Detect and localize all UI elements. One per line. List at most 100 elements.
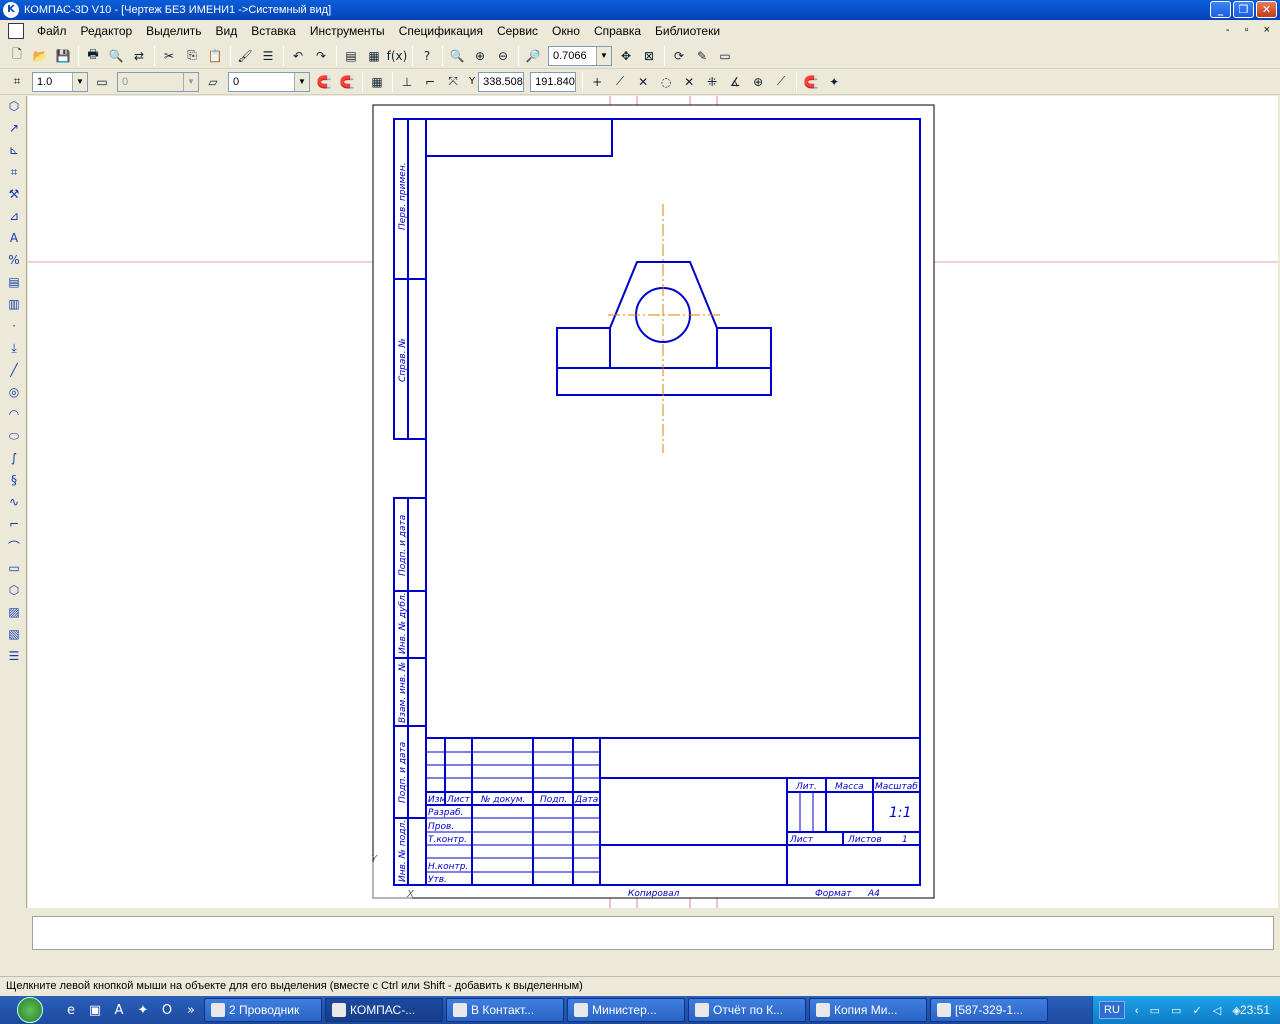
- menu-window[interactable]: Окно: [545, 24, 587, 38]
- snap-intersection-icon[interactable]: ✕: [632, 71, 654, 93]
- chevron-down-icon[interactable]: ▼: [183, 72, 198, 91]
- tray-icons[interactable]: ‹ ▭ ▭ ✓ ◁ ◈: [1135, 1004, 1245, 1017]
- monitor-icon[interactable]: ▭: [714, 45, 736, 67]
- mdi-window-controls[interactable]: - ▫ ×: [1226, 24, 1276, 36]
- task-explorer[interactable]: 2 Проводник: [204, 998, 322, 1022]
- kompas-app-icon[interactable]: K: [3, 2, 19, 18]
- bezier-icon[interactable]: ∿: [3, 492, 25, 512]
- show-desktop-icon[interactable]: ▣: [84, 999, 106, 1021]
- collection-icon[interactable]: ☰: [3, 646, 25, 666]
- clock[interactable]: 23:51: [1240, 1003, 1270, 1017]
- start-button[interactable]: [0, 996, 60, 1024]
- reports-icon[interactable]: ▤: [3, 272, 25, 292]
- task-word-report[interactable]: Отчёт по К...: [688, 998, 806, 1022]
- menu-select[interactable]: Выделить: [139, 24, 208, 38]
- hatch-icon[interactable]: ▨: [3, 602, 25, 622]
- save-icon[interactable]: 💾: [52, 45, 74, 67]
- ie-icon[interactable]: e: [60, 999, 82, 1021]
- variables-icon[interactable]: f(x): [386, 45, 408, 67]
- redo-icon[interactable]: ↷: [310, 45, 332, 67]
- spec-icon[interactable]: %: [3, 250, 25, 270]
- library-manager-icon[interactable]: ▦: [363, 45, 385, 67]
- dimensions-icon[interactable]: ↗: [3, 118, 25, 138]
- opera-icon[interactable]: O: [156, 999, 178, 1021]
- chevron-down-icon[interactable]: ▼: [72, 72, 87, 91]
- polyline-icon[interactable]: §: [3, 470, 25, 490]
- open-folder-icon[interactable]: 📂: [29, 45, 51, 67]
- zoom-window-icon[interactable]: 🔍: [446, 45, 468, 67]
- menu-specification[interactable]: Спецификация: [392, 24, 490, 38]
- document-icon[interactable]: [8, 23, 24, 39]
- task-kompas[interactable]: КОМПАС-...: [325, 998, 443, 1022]
- minimize-button[interactable]: _: [1210, 1, 1231, 18]
- snap-normal-icon[interactable]: ✕: [678, 71, 700, 93]
- edit-icon[interactable]: ⌗: [3, 162, 25, 182]
- snap-align-icon[interactable]: ⟋: [770, 71, 792, 93]
- fillet-icon[interactable]: ⌒: [3, 536, 25, 556]
- task-word-copy[interactable]: Копия Ми...: [809, 998, 927, 1022]
- language-indicator[interactable]: RU: [1099, 1001, 1125, 1019]
- pencil-icon[interactable]: ✎: [691, 45, 713, 67]
- properties-icon[interactable]: ☰: [257, 45, 279, 67]
- snap-options-icon[interactable]: ✦: [823, 71, 845, 93]
- chevron-down-icon[interactable]: ▼: [294, 72, 309, 91]
- spline-icon[interactable]: ∫: [3, 448, 25, 468]
- coord-y-field[interactable]: 191.840: [530, 71, 577, 92]
- segment-icon[interactable]: ╱: [3, 360, 25, 380]
- command-area[interactable]: [32, 916, 1274, 950]
- snap-magnet-icon[interactable]: 🧲: [800, 71, 822, 93]
- menu-tools[interactable]: Инструменты: [303, 24, 392, 38]
- snap-nearest-icon[interactable]: +: [586, 71, 608, 93]
- grid-icon[interactable]: ▦: [366, 71, 388, 93]
- menu-service[interactable]: Сервис: [490, 24, 545, 38]
- snap-angle-icon[interactable]: ∡: [724, 71, 746, 93]
- ellipse-icon[interactable]: ⬭: [3, 426, 25, 446]
- zoom-scale-icon[interactable]: 🔎: [522, 45, 544, 67]
- measure-icon[interactable]: ⊿: [3, 206, 25, 226]
- chevron-down-icon[interactable]: ▼: [596, 46, 611, 65]
- undo-icon[interactable]: ↶: [287, 45, 309, 67]
- print-preview-icon[interactable]: 🔍: [105, 45, 127, 67]
- zoom-field[interactable]: 0.7066 ▼: [548, 45, 612, 66]
- redraw-icon[interactable]: ⟳: [668, 45, 690, 67]
- paste-icon[interactable]: 📋: [204, 45, 226, 67]
- grid-step-icon[interactable]: ⌗: [6, 71, 28, 93]
- snap-tangent-icon[interactable]: ◌: [655, 71, 677, 93]
- drawing-canvas[interactable]: Перв. примен. Справ. № Подп. и дата Инв.…: [28, 96, 1278, 908]
- angle-icon[interactable]: ▭: [91, 71, 113, 93]
- close-button[interactable]: ✕: [1256, 1, 1277, 18]
- menu-help[interactable]: Справка: [587, 24, 648, 38]
- menu-file[interactable]: Файл: [30, 24, 74, 38]
- select-icon[interactable]: A: [3, 228, 25, 248]
- local-cs-icon[interactable]: ⊥: [396, 71, 418, 93]
- angle-field[interactable]: 0 ▼: [117, 71, 199, 92]
- manager-icon[interactable]: ▤: [340, 45, 362, 67]
- menu-libraries[interactable]: Библиотеки: [648, 24, 727, 38]
- format-painter-icon[interactable]: 🖌: [234, 45, 256, 67]
- help-pointer-icon[interactable]: ?: [416, 45, 438, 67]
- autocad-icon[interactable]: A: [108, 999, 130, 1021]
- menu-insert[interactable]: Вставка: [244, 24, 303, 38]
- task-vkontakte[interactable]: В Контакт...: [446, 998, 564, 1022]
- step-field[interactable]: 1.0 ▼: [32, 71, 88, 92]
- aux-line-icon[interactable]: ⤓: [3, 338, 25, 358]
- point-icon[interactable]: ·: [3, 316, 25, 336]
- quicklaunch-more-icon[interactable]: »: [180, 999, 202, 1021]
- layer-field[interactable]: 0 ▼: [228, 71, 310, 92]
- ortho-icon[interactable]: ⌐: [419, 71, 441, 93]
- designations-icon[interactable]: ⊾: [3, 140, 25, 160]
- cut-icon[interactable]: ✂: [158, 45, 180, 67]
- parametrization-icon[interactable]: ⚒: [3, 184, 25, 204]
- new-document-icon[interactable]: 🗋: [6, 45, 28, 67]
- snap-magnet-icon[interactable]: 🧲: [336, 71, 358, 93]
- app-icon[interactable]: ✦: [132, 999, 154, 1021]
- snap-center-icon[interactable]: ⊕: [747, 71, 769, 93]
- snap-end-icon[interactable]: ⟋: [609, 71, 631, 93]
- print-icon[interactable]: 🖶: [82, 45, 104, 67]
- coord-x-field[interactable]: 338.508: [478, 71, 525, 92]
- task-word-ministry[interactable]: Министер...: [567, 998, 685, 1022]
- layer-icon[interactable]: ▱: [202, 71, 224, 93]
- task-chat[interactable]: [587-329-1...: [930, 998, 1048, 1022]
- restore-button[interactable]: ❐: [1233, 1, 1254, 18]
- round-icon[interactable]: ⤧: [442, 71, 464, 93]
